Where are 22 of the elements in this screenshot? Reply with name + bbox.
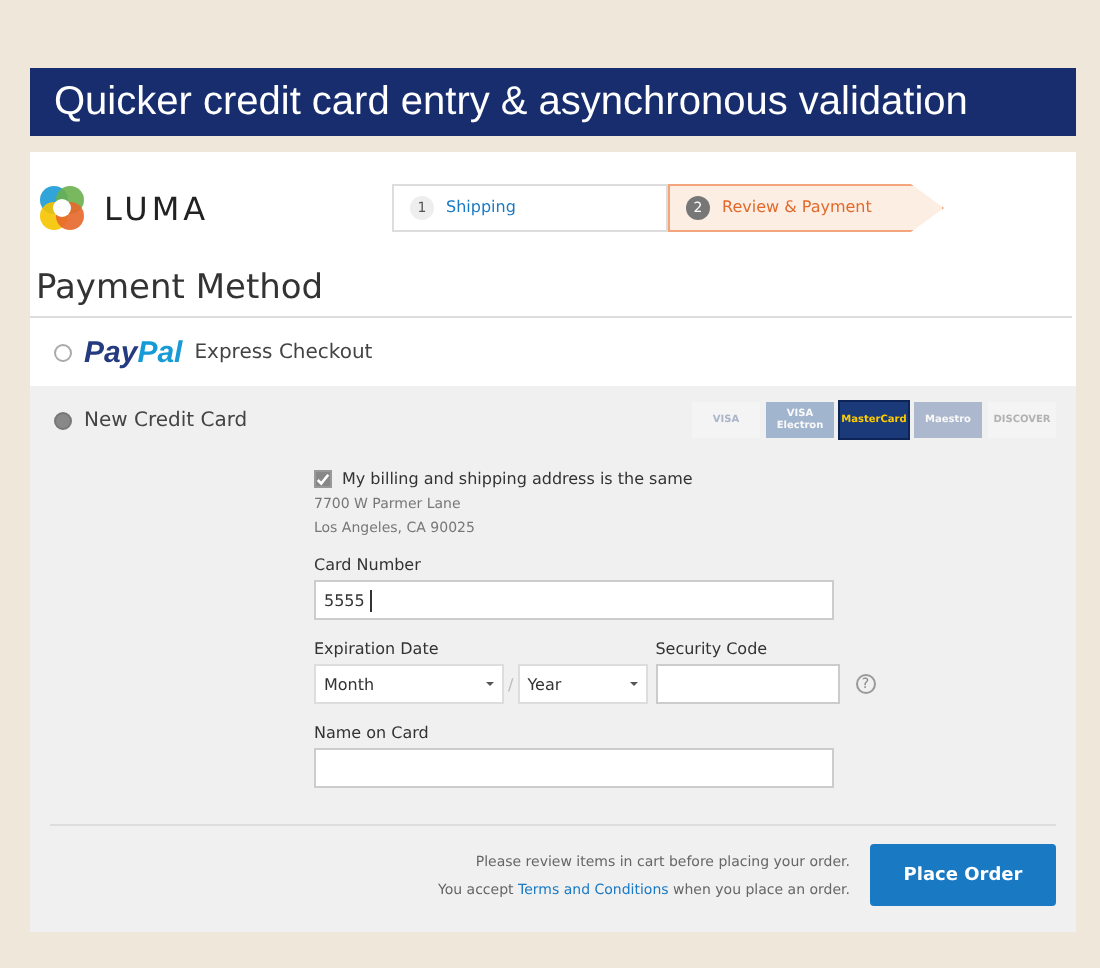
method-label: Express Checkout bbox=[194, 341, 373, 363]
date-separator: / bbox=[508, 675, 514, 693]
field-label: Expiration Date bbox=[314, 640, 441, 658]
radio-button[interactable] bbox=[54, 411, 72, 429]
radio-button[interactable] bbox=[54, 343, 72, 361]
paypal-logo: PayPal bbox=[84, 335, 183, 369]
checkbox[interactable] bbox=[314, 470, 332, 488]
field-label: Security Code bbox=[655, 640, 770, 658]
year-dropdown[interactable]: Year bbox=[517, 664, 648, 704]
logo-icon bbox=[36, 182, 88, 234]
name-on-card-field[interactable] bbox=[314, 748, 834, 788]
place-order-button[interactable]: Place Order bbox=[870, 844, 1056, 906]
method-label: New Credit Card bbox=[84, 409, 248, 431]
field-label: Card Number bbox=[314, 556, 423, 574]
logo-wordmark: LUMA bbox=[104, 189, 210, 227]
field-label: Name on Card bbox=[314, 724, 431, 742]
card-number-field[interactable]: 5555 bbox=[314, 580, 834, 620]
checkbox-label: My billing and shipping address is the same bbox=[342, 470, 693, 488]
page-heading: Payment Method bbox=[30, 244, 1072, 318]
month-dropdown[interactable]: Month bbox=[314, 664, 504, 704]
slide-title: Quicker credit card entry & asynchronous validation bbox=[30, 68, 1076, 136]
security-code-field[interactable] bbox=[655, 664, 840, 704]
